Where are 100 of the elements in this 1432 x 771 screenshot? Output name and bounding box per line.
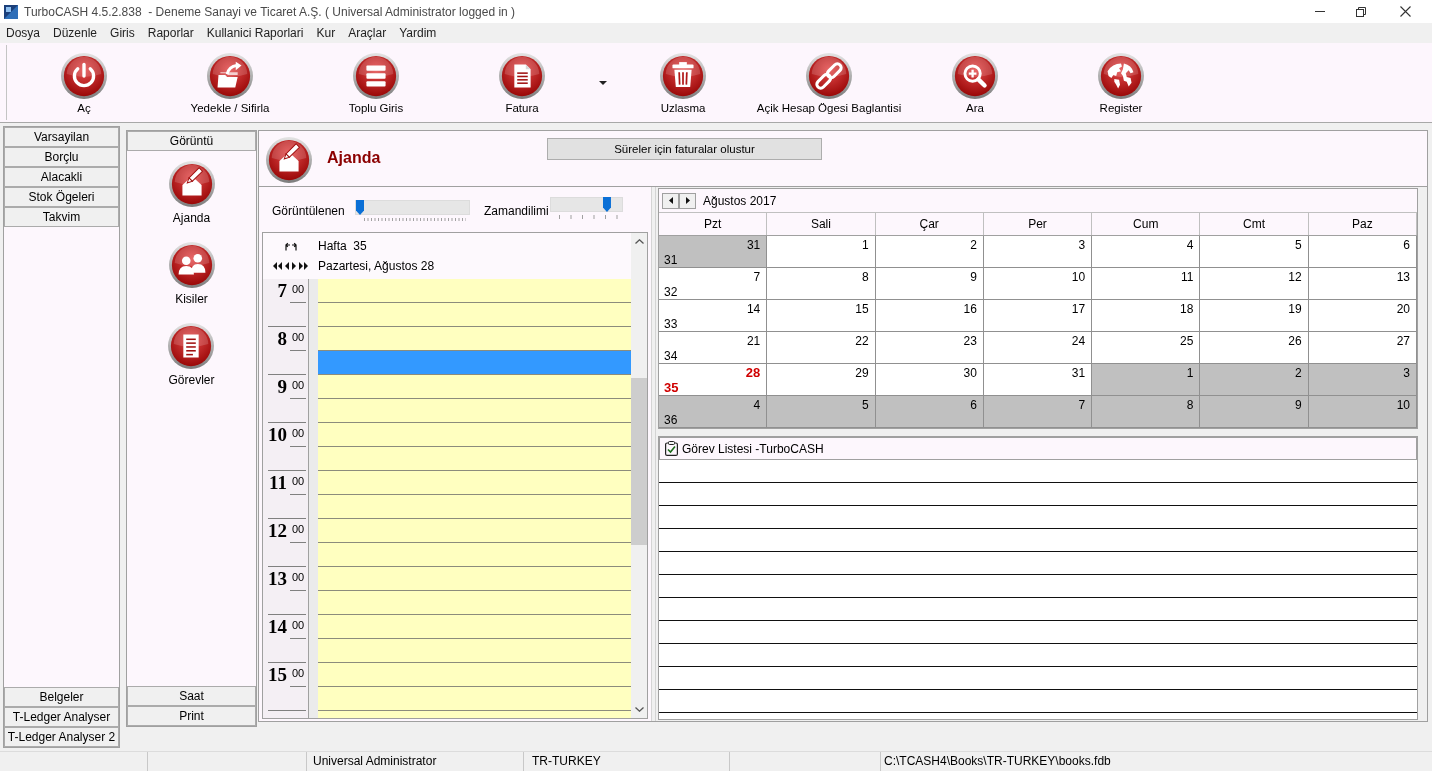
sidebar-button[interactable]: T-Ledger Analyser — [4, 707, 119, 727]
minute-label: 00 — [290, 615, 306, 639]
double-triangle-right-icon[interactable] — [299, 262, 308, 270]
calendar-day[interactable]: 5 — [767, 396, 876, 428]
sidebar-button[interactable]: Borçlu — [4, 147, 119, 167]
menu-item[interactable]: Araçlar — [348, 26, 387, 40]
calendar-day[interactable]: 5 — [1200, 236, 1309, 268]
minute-label: 00 — [290, 519, 306, 543]
calendar-day[interactable]: 6 — [875, 396, 984, 428]
calendar-day[interactable]: 27 — [1308, 332, 1417, 364]
slider-track[interactable] — [549, 197, 623, 212]
menu-item[interactable]: Giris — [110, 26, 135, 40]
calendar-day[interactable]: 8 — [1092, 396, 1201, 428]
section-button[interactable]: Saat — [127, 686, 256, 706]
slider-label: Zamandilimi — [484, 204, 549, 218]
toolbar-button[interactable]: Yedekle / Sifirla — [190, 53, 270, 115]
calendar-day[interactable]: 30 — [875, 364, 984, 396]
toolbar-button[interactable]: Ara — [952, 53, 998, 115]
swap-arrows-icon[interactable] — [283, 241, 298, 251]
calendar-day[interactable]: 7 — [983, 396, 1093, 428]
weekday-header: Çar — [875, 213, 984, 235]
view-button[interactable]: Ajanda — [168, 161, 215, 225]
calendar-day[interactable]: 9 — [1200, 396, 1309, 428]
scrollbar[interactable] — [631, 233, 647, 718]
calendar-day[interactable]: 18 — [1092, 300, 1201, 332]
sidebar-button[interactable]: Takvim — [4, 207, 119, 227]
calendar-day[interactable]: 29 — [767, 364, 876, 396]
menu-item[interactable]: Raporlar — [147, 26, 194, 40]
week-number: 31 — [664, 253, 678, 267]
calendar-day[interactable]: 9 — [875, 268, 984, 300]
calendar-day[interactable]: 6 — [1308, 236, 1417, 268]
calendar-day[interactable]: 26 — [1200, 332, 1309, 364]
triangle-right-icon[interactable] — [292, 262, 296, 270]
section-button[interactable]: Print — [127, 706, 256, 726]
toolbar-button[interactable]: Register — [1098, 53, 1144, 115]
next-month-button[interactable] — [679, 192, 696, 209]
toolbar-button[interactable]: Fatura — [499, 53, 545, 115]
calendar-day[interactable]: 2 — [875, 236, 984, 268]
weekday-header: Sali — [767, 213, 876, 235]
calendar-day[interactable]: 3 — [983, 236, 1093, 268]
sidebar-button[interactable]: Varsayilan — [4, 127, 119, 147]
sidebar-button[interactable]: Stok Ögeleri — [4, 187, 119, 207]
sidebar-button[interactable]: Belgeler — [4, 687, 119, 707]
clipboard-check-icon — [665, 441, 678, 456]
menu-item[interactable]: Yardim — [399, 26, 437, 40]
menu-item[interactable]: Düzenle — [53, 26, 98, 40]
calendar-day[interactable]: 24 — [983, 332, 1093, 364]
menu-item[interactable]: Dosya — [6, 26, 40, 40]
calendar-day[interactable]: 22 — [767, 332, 876, 364]
calendar-day[interactable]: 23 — [875, 332, 984, 364]
calendar-day[interactable]: 1 — [1092, 364, 1201, 396]
calendar-day[interactable]: 8 — [767, 268, 876, 300]
calendar-day[interactable]: 13 — [1308, 268, 1417, 300]
menu-item[interactable]: Kur — [316, 26, 336, 40]
calendar-day[interactable]: 14 33 — [659, 300, 768, 332]
double-triangle-left-icon[interactable] — [273, 262, 282, 270]
section-button[interactable]: Görüntü — [127, 131, 256, 151]
calendar-day[interactable]: 15 — [767, 300, 876, 332]
scrollbar-thumb[interactable] — [631, 378, 647, 545]
calendar-day[interactable]: 17 — [983, 300, 1093, 332]
search-icon — [952, 53, 998, 99]
sidebar-button[interactable]: T-Ledger Analyser 2 — [4, 727, 119, 747]
slider-thumb[interactable] — [356, 200, 364, 215]
chevron-up-icon[interactable] — [634, 239, 644, 244]
calendar-day[interactable]: 12 — [1200, 268, 1309, 300]
calendar-day[interactable]: 10 — [1308, 396, 1417, 428]
calendar-day[interactable]: 31 — [983, 364, 1093, 396]
calendar-day[interactable]: 20 — [1308, 300, 1417, 332]
date-label: Pazartesi, Ağustos 28 — [318, 259, 435, 273]
close-icon[interactable] — [1400, 6, 1411, 17]
sidebar-button[interactable]: Alacakli — [4, 167, 119, 187]
calendar-day[interactable]: 25 — [1092, 332, 1201, 364]
action-button[interactable]: Süreler için faturalar olustur — [547, 138, 822, 160]
caret-down-icon[interactable] — [598, 81, 607, 85]
calendar-day[interactable]: 2 — [1200, 364, 1309, 396]
restore-icon[interactable] — [1356, 6, 1366, 17]
toolbar-button[interactable]: Aç — [61, 53, 107, 115]
slider-track[interactable] — [355, 200, 470, 215]
calendar-day[interactable]: 11 — [1092, 268, 1201, 300]
view-button[interactable]: Kisiler — [168, 242, 215, 306]
calendar-day[interactable]: 4 36 — [659, 396, 768, 428]
calendar-day[interactable]: 7 32 — [659, 268, 768, 300]
chevron-down-icon[interactable] — [634, 707, 644, 712]
toolbar-button[interactable]: Uzlasma — [660, 53, 706, 115]
calendar-day[interactable]: 28 35 — [659, 364, 768, 396]
triangle-left-icon[interactable] — [285, 262, 289, 270]
calendar-day[interactable]: 10 — [983, 268, 1093, 300]
slider-thumb[interactable] — [602, 197, 611, 212]
calendar-day[interactable]: 21 34 — [659, 332, 768, 364]
calendar-day[interactable]: 16 — [875, 300, 984, 332]
previous-month-button[interactable] — [662, 192, 679, 209]
calendar-day[interactable]: 19 — [1200, 300, 1309, 332]
menu-item[interactable]: Kullanici Raporlari — [206, 26, 304, 40]
calendar-day[interactable]: 1 — [767, 236, 876, 268]
calendar-day[interactable]: 3 — [1308, 364, 1417, 396]
calendar-day[interactable]: 4 — [1092, 236, 1201, 268]
toolbar-button[interactable]: Açik Hesap Ögesi Baglantisi — [756, 53, 902, 115]
view-button[interactable]: Görevler — [168, 323, 215, 387]
toolbar-button[interactable]: Toplu Giris — [348, 53, 404, 115]
calendar-day[interactable]: 31 31 — [659, 236, 768, 268]
